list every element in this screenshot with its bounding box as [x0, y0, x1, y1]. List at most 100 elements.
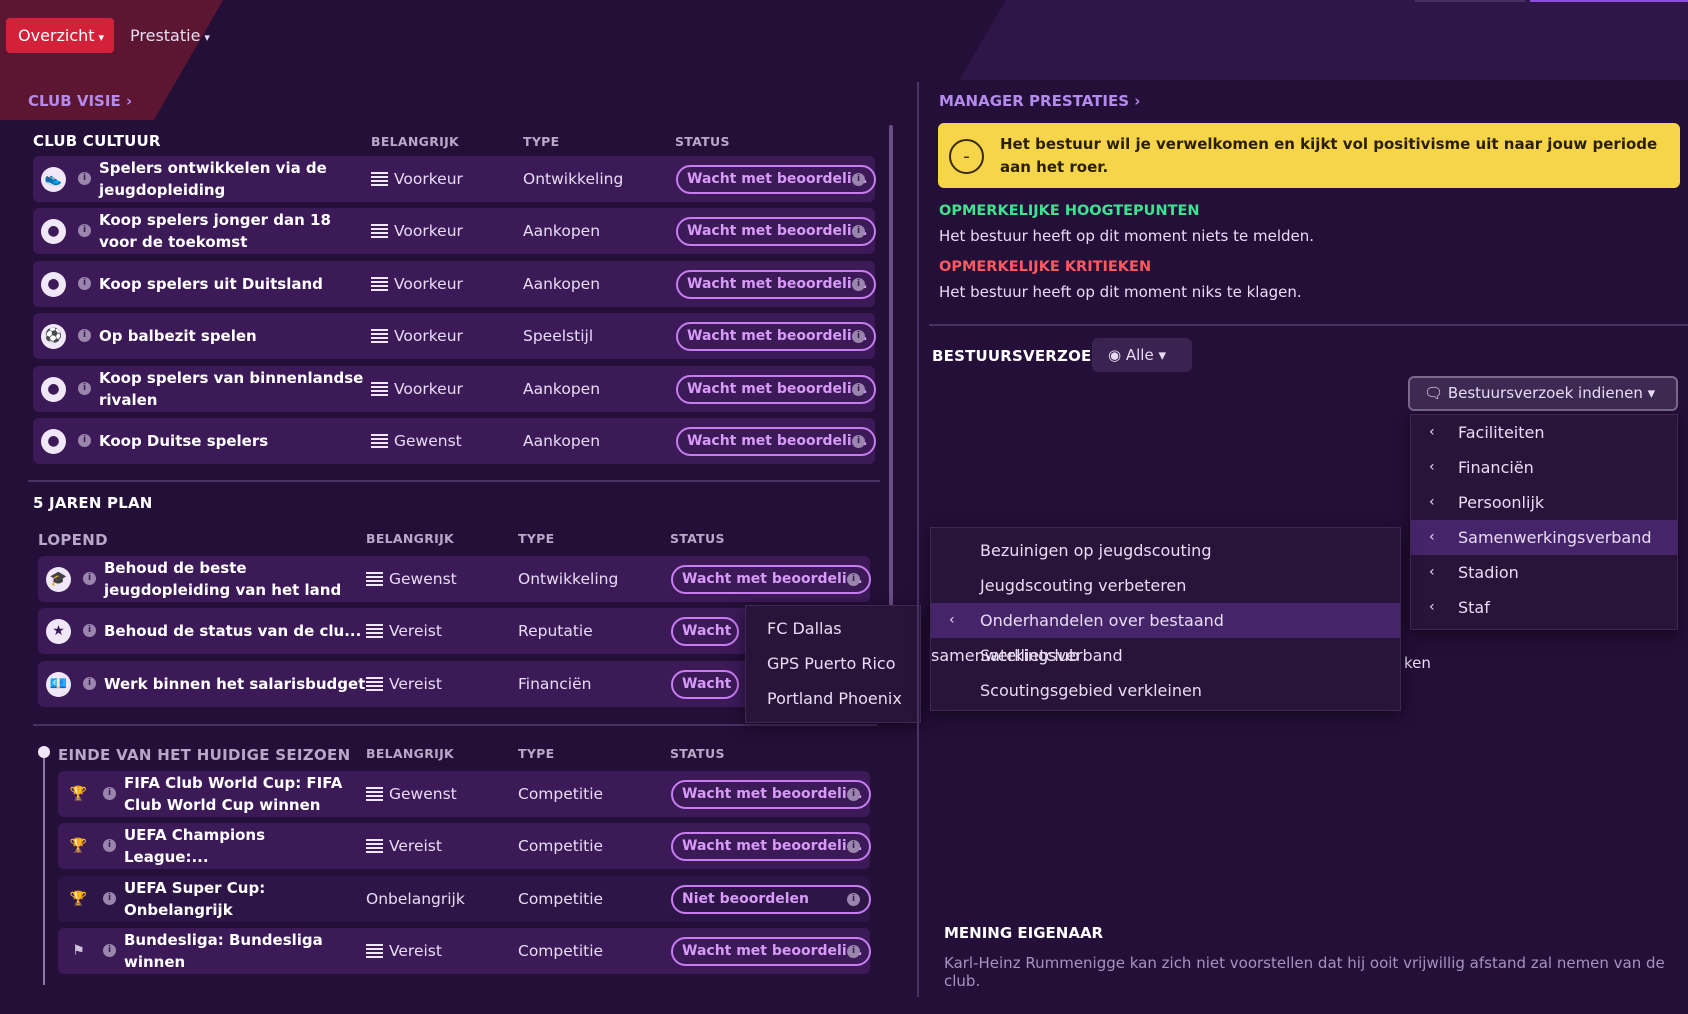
goal-row[interactable]: ⚑ i Bundesliga: Bundesliga winnen Vereist Co… — [58, 928, 871, 975]
goal-importance: Vereist — [366, 928, 442, 974]
season-end-title: EINDE VAN HET HUIDIGE SEIZOEN — [58, 746, 351, 764]
request-category-item[interactable]: ‹ Financiën — [1411, 450, 1677, 485]
chevron-right-icon: › — [125, 92, 133, 110]
goal-importance: Vereist — [366, 608, 442, 654]
request-submenu-item[interactable]: Jeugdscouting verbeteren — [931, 568, 1400, 603]
info-icon[interactable]: i — [852, 277, 865, 291]
board-request-title: BESTUURSVERZOEK — [932, 347, 1104, 365]
info-icon[interactable]: i — [83, 624, 96, 638]
status-button[interactable]: Wacht met beoordeli... i — [671, 832, 871, 862]
goal-row[interactable]: 🏆 i FIFA Club World Cup: FIFA Club World C… — [58, 771, 871, 817]
goal-row[interactable]: ● i Koop spelers van binnenlandse rivalen V… — [33, 365, 876, 412]
info-icon[interactable]: i — [78, 381, 91, 395]
goal-type: Aankopen — [523, 432, 601, 450]
goal-importance: Voorkeur — [371, 156, 463, 202]
person-icon: ● — [41, 429, 66, 454]
goal-row[interactable]: ● i Koop spelers jonger dan 18 voor de toe… — [33, 208, 876, 255]
club-vision-link[interactable]: CLUB VISIE › — [28, 92, 132, 110]
goal-row[interactable]: 🏆 i UEFA Champions League:... Vereist Compet… — [58, 823, 871, 870]
status-button[interactable]: Wacht met beoordeli... i — [671, 565, 871, 594]
status-button[interactable]: Wacht met beoordeli... i — [676, 269, 876, 299]
goal-importance: Vereist — [366, 823, 442, 869]
goal-row[interactable]: ⚽ i Op balbezit spelen Voorkeur Speelstijl Wa… — [33, 313, 876, 360]
info-icon[interactable]: i — [847, 788, 860, 801]
goal-row[interactable]: 🎓 i Behoud de beste jeugdopleiding van het… — [38, 556, 871, 602]
status-label: Wacht met beoordeli... — [682, 786, 863, 802]
info-icon[interactable]: i — [103, 891, 116, 905]
request-category-item[interactable]: ‹ Staf — [1411, 590, 1677, 625]
top-navigation: Overzicht ▾ Prestatie ▾ — [0, 0, 1688, 70]
info-icon[interactable]: i — [78, 276, 91, 290]
club-popup-menu: FC Dallas GPS Puerto Rico Portland Phoen… — [745, 605, 921, 723]
request-submenu-item[interactable]: Scoutingsgebied verkleinen — [931, 673, 1400, 708]
club-option[interactable]: FC Dallas — [746, 611, 920, 646]
filter-label: Alle — [1125, 346, 1154, 364]
request-category-menu: ‹ Faciliteiten ‹ Financiën ‹ Persoonlijk ‹ Same… — [1410, 414, 1678, 630]
goal-type: Financiën — [518, 674, 592, 693]
status-label: Wacht met beoordeli... — [682, 571, 863, 587]
request-category-item[interactable]: ‹ Stadion — [1411, 555, 1677, 590]
five-year-plan-title: 5 JAREN PLAN — [33, 494, 153, 512]
info-icon[interactable]: i — [83, 676, 96, 690]
goal-type: Reputatie — [518, 622, 593, 641]
status-button[interactable]: Wacht met beoordeli... i — [676, 427, 876, 456]
info-icon[interactable]: i — [103, 787, 116, 800]
request-category-item[interactable]: ‹ Samenwerkingsverband — [1411, 520, 1677, 555]
divider — [28, 480, 880, 482]
column-header-status: STATUS — [675, 134, 730, 149]
status-button[interactable]: Wacht met beoordeli... i — [676, 217, 876, 247]
filter-dropdown[interactable]: ◉ Alle ▾ — [1092, 338, 1192, 372]
top-indicator-active — [1530, 0, 1688, 2]
request-submenu-item[interactable]: Satellietclub — [931, 638, 1400, 673]
info-icon[interactable]: i — [103, 944, 116, 958]
tab-label: Prestatie — [130, 26, 201, 45]
owner-opinion-text: Karl-Heinz Rummenigge kan zich niet voor… — [944, 954, 1665, 990]
status-button[interactable]: Wacht met beoordeli... i — [676, 374, 876, 404]
column-header-type: TYPE — [518, 531, 555, 546]
info-icon[interactable]: i — [78, 224, 91, 238]
status-button[interactable]: Niet beoordelen i — [671, 884, 871, 914]
info-icon[interactable]: i — [103, 839, 116, 853]
goal-row[interactable]: ● i Koop Duitse spelers Gewenst Aankopen Wach… — [33, 418, 876, 464]
goal-row[interactable]: 👟 i Spelers ontwikkelen via de jeugdopleid… — [33, 156, 876, 202]
tab-prestatie[interactable]: Prestatie ▾ — [118, 18, 222, 53]
submit-board-request-button[interactable]: 🗨 Bestuursverzoek indienen ▾ — [1408, 376, 1678, 411]
goal-type: Ontwikkeling — [523, 170, 624, 188]
info-icon[interactable]: i — [852, 382, 865, 396]
tab-overzicht[interactable]: Overzicht ▾ — [6, 18, 114, 53]
club-option[interactable]: GPS Puerto Rico — [746, 646, 920, 681]
club-culture-title: CLUB CULTUUR — [33, 132, 161, 150]
status-button[interactable]: Wacht met beoordeli... i — [671, 780, 871, 809]
column-header-importance: BELANGRIJK — [366, 531, 455, 546]
status-button[interactable]: Wacht met beoordeli... — [671, 617, 739, 647]
status-label: Wacht met beoordeli... — [682, 623, 737, 640]
goal-row[interactable]: 🏆 i UEFA Super Cup: Onbelangrijk Onbelangri… — [58, 875, 871, 922]
manager-performance-link[interactable]: MANAGER PRESTATIES › — [939, 92, 1140, 110]
info-icon[interactable]: i — [847, 892, 860, 906]
info-icon[interactable]: i — [852, 173, 865, 186]
request-category-item[interactable]: ‹ Faciliteiten — [1411, 415, 1677, 450]
highlights-title: OPMERKELIJKE HOOGTEPUNTEN — [939, 203, 1200, 219]
info-icon[interactable]: i — [83, 572, 96, 585]
request-category-item[interactable]: ‹ Persoonlijk — [1411, 485, 1677, 520]
goal-row[interactable]: ● i Koop spelers uit Duitsland Voorkeur Aank… — [33, 260, 876, 307]
info-icon[interactable]: i — [78, 434, 91, 447]
info-icon[interactable]: i — [78, 172, 91, 185]
club-option[interactable]: Portland Phoenix — [746, 681, 920, 716]
request-submenu-item[interactable]: ‹ Onderhandelen over bestaand samenwerkin… — [931, 603, 1400, 665]
request-submenu-item[interactable]: Bezuinigen op jeugdscouting — [931, 533, 1400, 568]
status-button[interactable]: Wacht met beoordeli... — [671, 669, 739, 699]
trophy-icon: 🏆 — [69, 890, 88, 907]
info-icon[interactable]: i — [852, 435, 865, 448]
status-button[interactable]: Wacht met beoordeli... i — [671, 937, 871, 967]
speech-bubble-icon: 🗨 — [1424, 384, 1444, 402]
request-submenu-label: Bezuinigen op jeugdscouting — [980, 541, 1212, 560]
status-label: Wacht met beoordeli... — [682, 838, 863, 855]
info-icon[interactable]: i — [847, 573, 860, 586]
importance-label: Voorkeur — [394, 327, 463, 346]
status-button[interactable]: Wacht met beoordeli... i — [676, 165, 876, 194]
goal-title: UEFA Champions League:... — [124, 826, 266, 867]
goal-title: FIFA Club World Cup: FIFA Club World Cup… — [124, 774, 343, 814]
info-icon[interactable]: i — [78, 329, 91, 343]
status-button[interactable]: Wacht met beoordeli... i — [676, 322, 876, 352]
